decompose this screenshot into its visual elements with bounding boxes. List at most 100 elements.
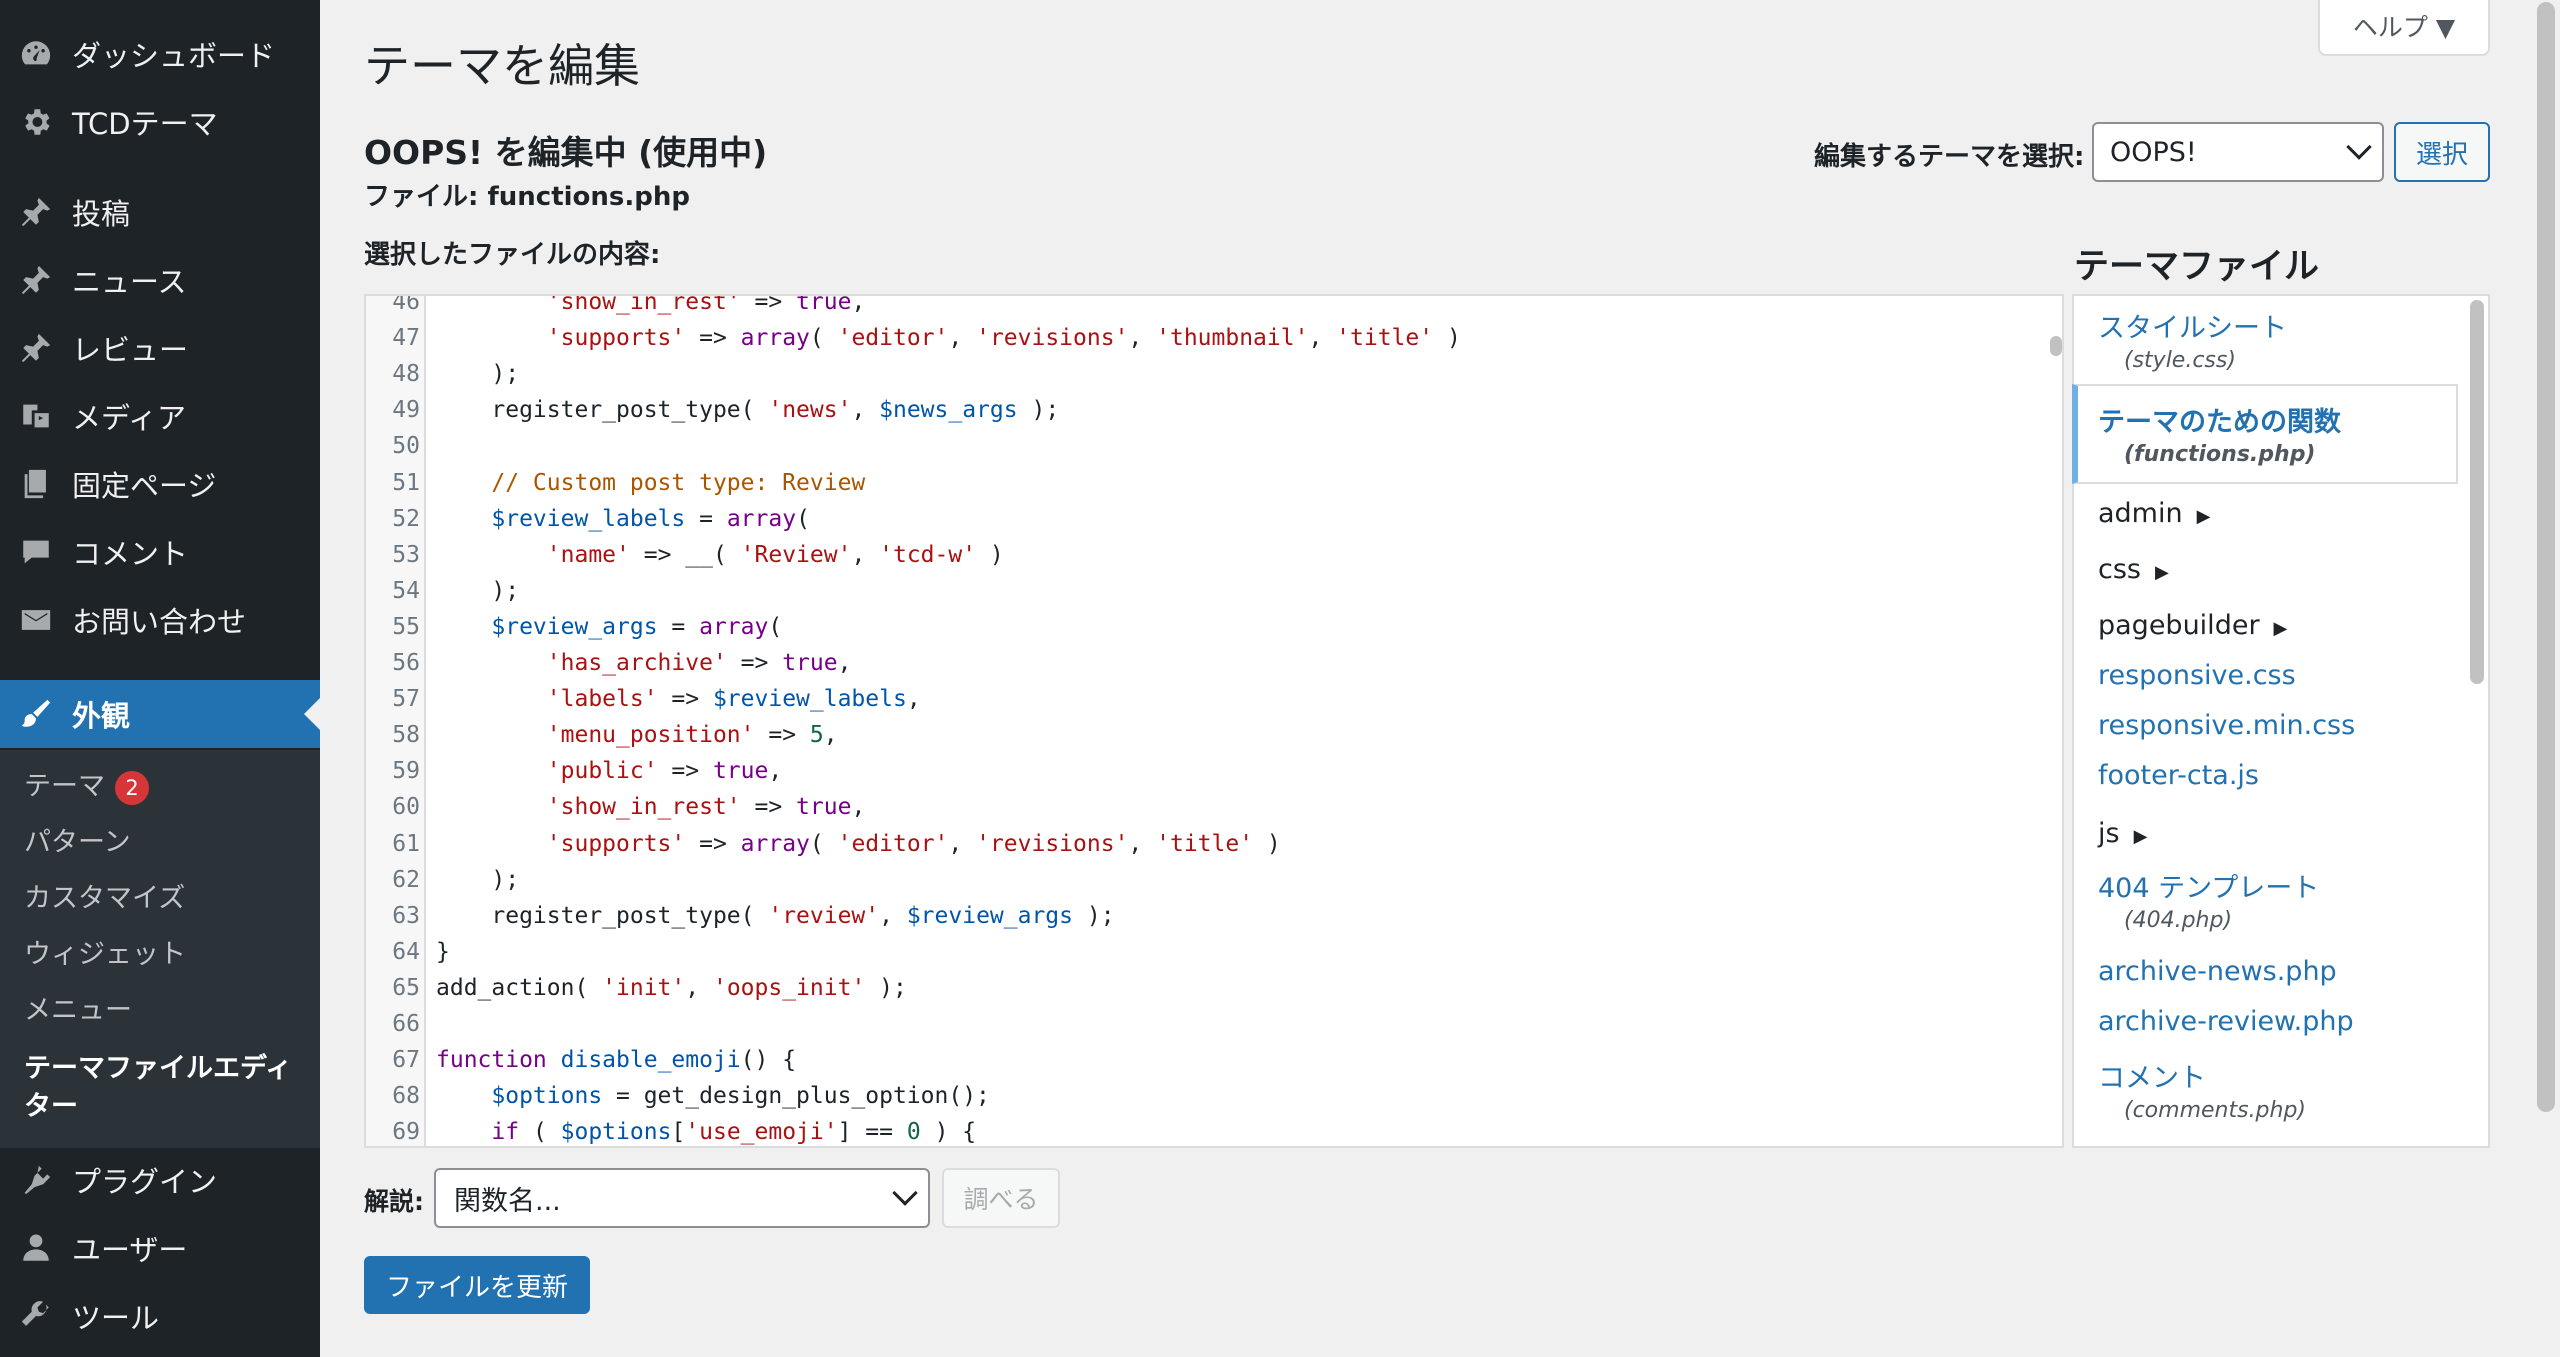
code-text: 'name' => __( 'Review', 'tcd-w' ) [546,541,1004,568]
code-text: ); [436,577,520,604]
code-line[interactable]: 68 $options = get_design_plus_option(); [366,1078,2006,1114]
file-link-footer-cta-js[interactable]: footer-cta.js [2098,760,2259,791]
theme-files-heading: テーマファイル [2074,247,2320,287]
sidebar-item-appearance[interactable]: 外観 [0,680,320,748]
sidebar-item-tools[interactable]: ツール [0,1282,320,1350]
sidebar-item-label: ダッシュボード [72,39,276,73]
file-list-scrollbar[interactable] [2470,300,2484,684]
line-number: 56 [392,650,420,676]
code-line[interactable]: 49 register_post_type( 'news', $news_arg… [366,392,2006,428]
code-text: $review_labels = array( [491,505,810,532]
page-scrollbar-thumb[interactable] [2537,2,2555,1112]
folder-js[interactable]: js ▶ [2098,818,2147,849]
code-line[interactable]: 69 if ( $options['use_emoji'] == 0 ) { [366,1114,2006,1146]
mail-icon [16,600,56,640]
code-line[interactable]: 47 'supports' => array( 'editor', 'revis… [366,320,2006,356]
file-name-404: (404.php) [2124,908,2233,933]
code-editor[interactable]: 46 'show_in_rest' => true, 47 'supports' … [364,294,2064,1148]
submenu-item-menus[interactable]: メニュー [24,994,132,1028]
sidebar-item-comments[interactable]: コメント [0,518,320,586]
code-line[interactable]: 67 function disable_emoji() { [366,1042,2006,1078]
sidebar-item-label: 投稿 [72,197,131,231]
line-number: 62 [392,866,420,893]
pin-icon [16,192,56,232]
editor-scrollbar[interactable] [2050,336,2062,356]
file-link-responsive-css[interactable]: responsive.css [2098,660,2296,691]
appearance-submenu: テーマ 2 パターン カスタマイズ ウィジェット メニュー テーマファイルエディタ… [0,750,320,1148]
sidebar-item-news[interactable]: ニュース [0,246,320,314]
lookup-button[interactable]: 調べる [942,1168,1060,1228]
file-link-stylesheet[interactable]: スタイルシート [2098,306,2287,345]
pages-icon [16,464,56,504]
function-name-select[interactable]: 関数名... [434,1168,930,1228]
update-file-button[interactable]: ファイルを更新 [364,1256,590,1314]
code-line[interactable]: 54 ); [366,573,2006,609]
help-tab-button[interactable]: ヘルプ ▼ [2318,0,2490,56]
sidebar-item-contact[interactable]: お問い合わせ [0,586,320,654]
sidebar-item-label: コメント [72,537,189,571]
sidebar-item-tcd-theme[interactable]: TCDテーマ [0,88,320,156]
sidebar-item-dashboard[interactable]: ダッシュボード [0,20,320,88]
line-number: 68 [392,1083,420,1110]
code-line[interactable]: 62 ); [366,862,2006,898]
theme-select-button[interactable]: 選択 [2394,122,2490,182]
line-number: 66 [392,1011,420,1037]
sidebar-item-plugins[interactable]: プラグイン [0,1146,320,1214]
folder-pagebuilder[interactable]: pagebuilder ▶ [2098,610,2287,641]
code-text: ); [436,361,520,388]
line-number: 50 [392,433,420,460]
folder-css[interactable]: css ▶ [2098,554,2169,585]
sidebar-item-media[interactable]: メディア [0,382,320,450]
code-line[interactable]: 57 'labels' => $review_labels, [366,681,2006,717]
line-number: 49 [392,397,420,424]
sidebar-item-label: 固定ページ [72,469,217,503]
file-link-archive-news[interactable]: archive-news.php [2098,956,2337,987]
pin-icon [16,260,56,300]
sidebar-item-posts[interactable]: 投稿 [0,178,320,246]
code-line[interactable]: 51 // Custom post type: Review [366,465,2006,501]
submenu-item-widgets[interactable]: ウィジェット [24,938,186,972]
code-line[interactable]: 50 [366,428,2006,464]
code-line[interactable]: 46 'show_in_rest' => true, [366,296,2006,320]
folder-admin[interactable]: admin ▶ [2098,498,2210,529]
caret-right-icon: ▶ [2273,618,2288,639]
code-text: 'supports' => array( 'editor', 'revision… [546,325,1461,352]
sidebar-item-users[interactable]: ユーザー [0,1214,320,1282]
submenu-item-theme-file-editor[interactable]: テーマファイルエディター [24,1050,294,1126]
submenu-item-patterns[interactable]: パターン [24,826,131,860]
code-line[interactable]: 59 'public' => true, [366,753,2006,789]
code-line[interactable]: 58 'menu_position' => 5, [366,717,2006,753]
sidebar-item-pages[interactable]: 固定ページ [0,450,320,518]
file-name-comments: (comments.php) [2124,1098,2307,1123]
line-number: 63 [392,902,420,929]
code-line[interactable]: 65 add_action( 'init', 'oops_init' ); [366,970,2006,1006]
code-line[interactable]: 56 'has_archive' => true, [366,645,2006,681]
code-line[interactable]: 66 [366,1006,2006,1042]
code-line[interactable]: 64} [366,934,2006,970]
code-line[interactable]: 63 register_post_type( 'review', $review… [366,898,2006,934]
line-number: 53 [392,541,420,568]
file-link-archive-review[interactable]: archive-review.php [2098,1006,2354,1037]
line-number: 47 [392,325,420,352]
code-text: // Custom post type: Review [491,469,866,496]
code-text: if ( $options['use_emoji'] == 0 ) { [491,1119,977,1146]
file-link-responsive-min-css[interactable]: responsive.min.css [2098,710,2355,741]
sidebar-item-review[interactable]: レビュー [0,314,320,382]
code-line[interactable]: 60 'show_in_rest' => true, [366,789,2006,825]
code-line[interactable]: 55 $review_args = array( [366,609,2006,645]
code-line[interactable]: 52 $review_labels = array( [366,501,2006,537]
code-line[interactable]: 48 ); [366,356,2006,392]
file-link-comments[interactable]: コメント [2098,1056,2206,1095]
file-name-functions: (functions.php) [2124,442,2316,467]
line-number: 60 [392,794,420,821]
submenu-item-themes[interactable]: テーマ 2 [24,770,149,805]
code-line[interactable]: 61 'supports' => array( 'editor', 'revis… [366,826,2006,862]
code-line[interactable]: 53 'name' => __( 'Review', 'tcd-w' ) [366,537,2006,573]
sidebar-item-label: レビュー [72,333,189,367]
file-link-404[interactable]: 404 テンプレート [2098,866,2319,905]
submenu-item-customize[interactable]: カスタマイズ [24,882,185,916]
file-name-stylesheet: (style.css) [2124,348,2236,373]
theme-select-dropdown[interactable]: OOPS! [2092,122,2384,182]
file-link-functions[interactable]: テーマのための関数 [2098,400,2341,439]
chevron-down-icon [2346,134,2372,160]
